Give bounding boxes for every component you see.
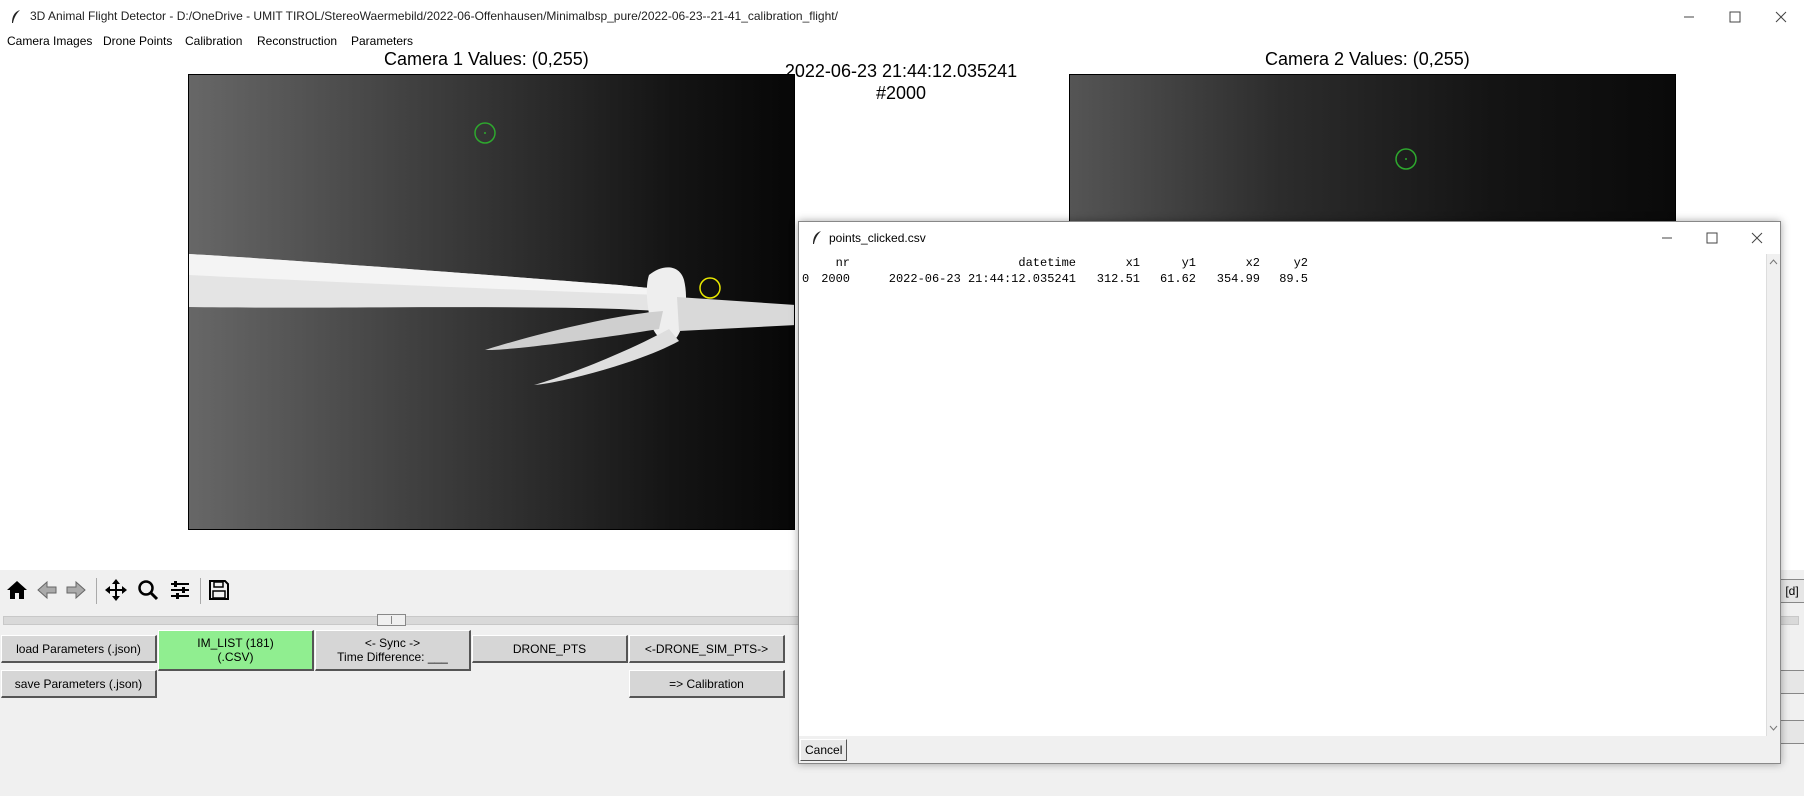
- menu-parameters[interactable]: Parameters: [351, 34, 413, 48]
- maximize-button[interactable]: [1712, 0, 1758, 34]
- load-parameters-label: load Parameters (.json): [16, 641, 141, 656]
- toolbar-separator: [96, 578, 97, 604]
- frame-timestamp: 2022-06-23 21:44:12.035241: [784, 61, 1018, 81]
- load-parameters-button[interactable]: load Parameters (.json): [1, 635, 157, 663]
- maximize-icon: [1706, 232, 1718, 244]
- pan-icon: [105, 579, 127, 601]
- zoom-icon: [138, 580, 159, 601]
- im-list-label-1: IM_LIST (181): [197, 636, 274, 650]
- back-button[interactable]: [33, 576, 61, 604]
- camera2-scene: [1395, 148, 1417, 170]
- csv-text-area[interactable]: nr datetime x1 y1 x2 y2 0 2000 2022-06-23 21:44:…: [799, 254, 1767, 736]
- camera2-image[interactable]: [1069, 74, 1676, 224]
- minimize-icon: [1662, 237, 1672, 239]
- column-header: x1: [1125, 256, 1140, 270]
- drone-pts-label: DRONE_PTS: [512, 641, 587, 656]
- cancel-label: Cancel: [805, 743, 843, 757]
- pan-button[interactable]: [102, 576, 130, 604]
- frame-info: 2022-06-23 21:44:12.035241 #2000: [760, 60, 1042, 104]
- close-icon: [1775, 11, 1787, 23]
- column-header: y2: [1293, 256, 1308, 270]
- cell-datetime: 2022-06-23 21:44:12.035241: [888, 272, 1076, 286]
- cell-y2: 89.5: [1279, 272, 1308, 286]
- menu-drone-points[interactable]: Drone Points: [103, 34, 172, 48]
- csv-dialog: points_clicked.csv nr datetime x1 y1 x2 y2 0 20…: [798, 221, 1781, 764]
- dialog-cancel-button[interactable]: Cancel: [800, 739, 848, 761]
- zoom-button[interactable]: [134, 576, 162, 604]
- close-button[interactable]: [1758, 0, 1804, 34]
- feather-icon: [12, 10, 20, 23]
- minimize-button[interactable]: [1666, 0, 1712, 34]
- sync-label-1: <- Sync ->: [364, 636, 421, 650]
- dialog-scrollbar[interactable]: [1767, 254, 1780, 736]
- edge-button[interactable]: [1779, 720, 1804, 744]
- column-header: x2: [1245, 256, 1260, 270]
- forward-button[interactable]: [62, 576, 90, 604]
- menu-bar: Camera Images Drone Points Calibration R…: [0, 34, 1804, 52]
- scroll-down-icon: [1769, 725, 1778, 731]
- marker-yellow-camera1: [699, 277, 721, 299]
- frame-number: #2000: [875, 83, 927, 103]
- menu-reconstruction[interactable]: Reconstruction: [257, 34, 337, 48]
- cell-x2: 354.99: [1216, 272, 1260, 286]
- configure-button[interactable]: [166, 576, 194, 604]
- drone-sim-pts-label: <-DRONE_SIM_PTS->: [644, 641, 769, 656]
- camera1-title: Camera 1 Values: (0,255): [384, 49, 589, 69]
- configure-icon: [171, 581, 189, 599]
- calibration-button[interactable]: => Calibration: [629, 670, 785, 698]
- calibration-label: => Calibration: [669, 676, 744, 691]
- csv-header-row: nr datetime x1 y1 x2 y2: [802, 255, 1763, 271]
- feather-icon: [813, 231, 821, 244]
- edge-d-label: [d]: [1785, 584, 1799, 598]
- save-parameters-label: save Parameters (.json): [14, 676, 143, 691]
- save-icon: [209, 580, 229, 600]
- menu-calibration[interactable]: Calibration: [185, 34, 242, 48]
- sync-label-2: Time Difference: ___: [337, 650, 448, 664]
- cell-y1: 61.62: [1159, 272, 1196, 286]
- camera1-image[interactable]: [188, 74, 795, 530]
- window-title: 3D Animal Flight Detector - D:/OneDrive …: [30, 9, 838, 23]
- cell-nr: 2000: [821, 272, 850, 286]
- maximize-icon: [1729, 11, 1741, 23]
- camera1-scene: [189, 122, 794, 385]
- toolbar-separator: [200, 578, 201, 604]
- minimize-icon: [1684, 16, 1694, 18]
- edge-d-button[interactable]: [d]: [1779, 579, 1804, 603]
- back-icon: [37, 580, 57, 600]
- close-icon: [1751, 232, 1763, 244]
- edge-button[interactable]: [1779, 670, 1804, 694]
- csv-data-row: 0 2000 2022-06-23 21:44:12.035241 312.51 61.…: [802, 271, 1763, 287]
- column-header: y1: [1181, 256, 1196, 270]
- drone-pts-button[interactable]: DRONE_PTS: [472, 635, 628, 663]
- column-header: datetime: [1018, 256, 1076, 270]
- menu-camera-images[interactable]: Camera Images: [7, 34, 92, 48]
- forward-icon: [66, 580, 86, 600]
- sync-button[interactable]: <- Sync -> Time Difference: ___: [315, 630, 471, 671]
- camera2-title: Camera 2 Values: (0,255): [1265, 49, 1470, 69]
- dialog-minimize-button[interactable]: [1644, 222, 1690, 254]
- home-button[interactable]: [3, 576, 31, 604]
- dialog-titlebar: points_clicked.csv: [799, 222, 1780, 254]
- save-figure-button[interactable]: [205, 576, 233, 604]
- frame-slider-handle[interactable]: [377, 614, 406, 626]
- cell-x1: 312.51: [1096, 272, 1140, 286]
- column-header: nr: [835, 256, 850, 270]
- im-list-label-2: (.CSV): [217, 650, 254, 664]
- home-icon: [7, 581, 27, 599]
- im-list-button[interactable]: IM_LIST (181) (.CSV): [158, 630, 314, 671]
- row-index: 0: [802, 272, 810, 286]
- dialog-close-button[interactable]: [1734, 222, 1780, 254]
- window-titlebar: 3D Animal Flight Detector - D:/OneDrive …: [0, 0, 1804, 34]
- scroll-up-icon: [1769, 259, 1778, 265]
- dialog-title: points_clicked.csv: [829, 231, 926, 245]
- save-parameters-button[interactable]: save Parameters (.json): [1, 670, 157, 698]
- drone-sim-pts-button[interactable]: <-DRONE_SIM_PTS->: [629, 635, 785, 663]
- dialog-maximize-button[interactable]: [1689, 222, 1735, 254]
